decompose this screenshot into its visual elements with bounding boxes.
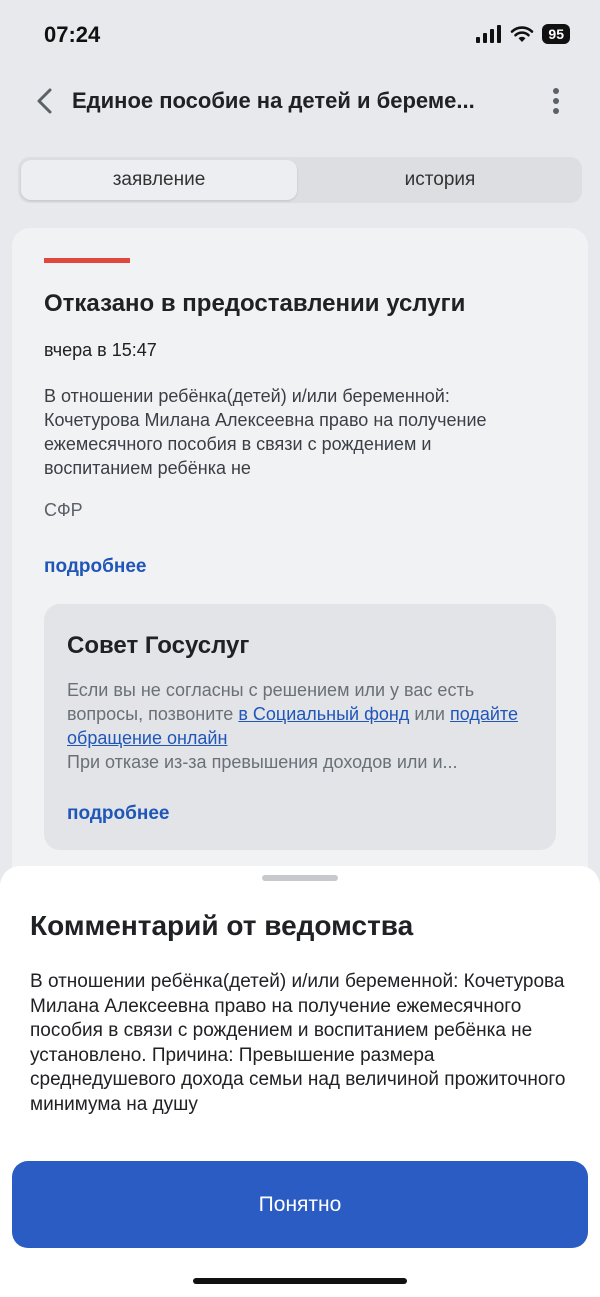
sheet-comment-text: В отношении ребёнка(детей) и/или беремен…: [30, 971, 566, 1115]
tab-application[interactable]: заявление: [21, 160, 297, 200]
more-vertical-icon[interactable]: [546, 84, 566, 118]
clock: 07:24: [44, 22, 101, 47]
tip-text-part3: При отказе из-за превышения доходов или …: [67, 752, 458, 772]
app-header: Единое пособие на детей и береме...: [0, 78, 600, 126]
ok-button[interactable]: Понятно: [12, 1161, 588, 1248]
page-title: Единое пособие на детей и береме...: [72, 88, 475, 113]
status-more-link[interactable]: подробнее: [44, 556, 146, 578]
tip-text: Если вы не согласны с решением или у вас…: [67, 678, 537, 774]
status-date: вчера в 15:47: [44, 340, 157, 360]
status-description: В отношении ребёнка(детей) и/или беремен…: [44, 386, 487, 478]
signal-icon: [476, 25, 502, 43]
tip-title: Совет Госуслуг: [67, 632, 250, 659]
social-fund-link[interactable]: в Социальный фонд: [238, 704, 409, 724]
tab-switcher: заявление история: [18, 157, 582, 203]
wifi-icon: [511, 26, 534, 42]
status-bar: 07:24 95: [0, 0, 600, 70]
status-card: Отказано в предоставлении услуги вчера в…: [12, 228, 588, 928]
chevron-left-icon[interactable]: [30, 84, 60, 118]
tip-text-part2: или: [409, 704, 450, 724]
battery-icon: 95: [542, 24, 570, 44]
status-source: СФР: [44, 500, 83, 520]
status-icons: 95: [476, 24, 570, 44]
sheet-title: Комментарий от ведомства: [30, 910, 414, 941]
gosuslugi-tip: Совет Госуслуг Если вы не согласны с реш…: [44, 604, 556, 850]
tip-more-link[interactable]: подробнее: [67, 803, 169, 825]
sheet-drag-handle[interactable]: [262, 875, 338, 881]
home-indicator: [193, 1278, 407, 1284]
bottom-sheet: Комментарий от ведомства В отношении реб…: [0, 866, 600, 1297]
tab-history[interactable]: история: [300, 160, 580, 200]
status-indicator-bar: [44, 258, 130, 263]
status-title: Отказано в предоставлении услуги: [44, 290, 466, 317]
